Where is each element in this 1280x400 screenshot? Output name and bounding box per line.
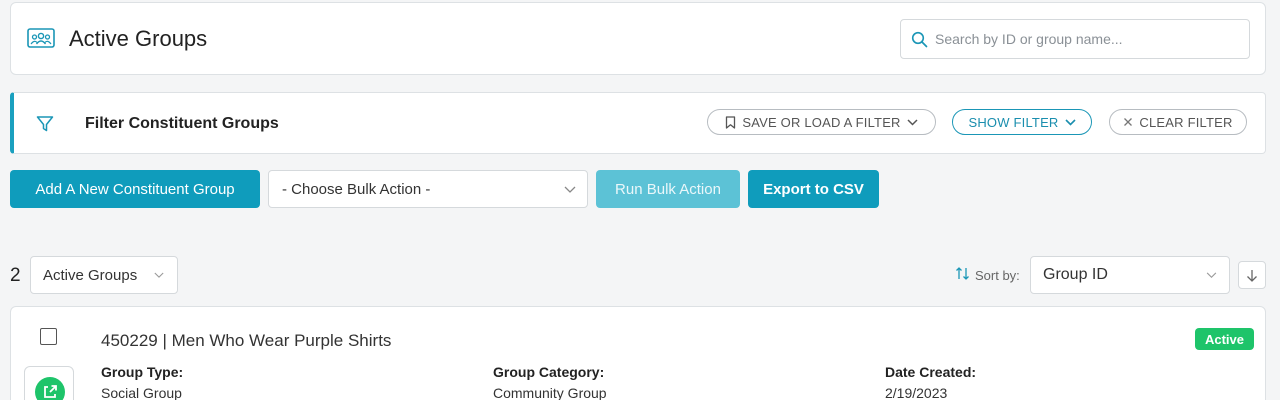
filter-bar: Filter Constituent Groups SAVE OR LOAD A… [10, 92, 1266, 154]
clear-filter-label: CLEAR FILTER [1139, 114, 1233, 130]
run-bulk-action-button[interactable]: Run Bulk Action [596, 170, 740, 208]
sort-icon [956, 267, 969, 280]
sort-select[interactable]: Group ID [1030, 256, 1230, 294]
sort-direction-button[interactable] [1238, 261, 1266, 289]
group-category-label: Group Category: [493, 364, 605, 380]
group-icon [27, 28, 55, 48]
export-csv-button[interactable]: Export to CSV [748, 170, 879, 208]
search-icon [911, 31, 928, 48]
funnel-icon [36, 116, 54, 132]
search-box[interactable] [900, 19, 1250, 59]
bulk-action-value: - Choose Bulk Action - [282, 180, 431, 198]
open-group-button[interactable] [24, 366, 74, 400]
group-type-label: Group Type: [101, 364, 184, 380]
bookmark-icon [726, 115, 736, 129]
group-category-value: Community Group [493, 385, 607, 400]
view-select-value: Active Groups [43, 266, 138, 284]
add-group-button[interactable]: Add A New Constituent Group [10, 170, 260, 208]
chevron-down-icon [1206, 272, 1217, 279]
external-link-icon [35, 377, 65, 400]
show-filter-button[interactable]: SHOW FILTER [952, 109, 1092, 135]
status-badge: Active [1195, 328, 1254, 350]
chevron-down-icon [154, 272, 164, 278]
sort-label: Sort by: [975, 268, 1020, 283]
chevron-down-icon [907, 118, 918, 126]
search-input[interactable] [935, 28, 1235, 50]
chevron-down-icon [1064, 118, 1076, 126]
group-checkbox[interactable] [40, 328, 57, 345]
group-card: 450229 | Men Who Wear Purple Shirts Acti… [10, 306, 1266, 400]
result-count: 2 [10, 265, 21, 286]
chevron-down-icon [564, 186, 576, 193]
date-created-label: Date Created: [885, 364, 977, 380]
date-created-value: 2/19/2023 [885, 385, 948, 400]
sort-select-value: Group ID [1043, 266, 1108, 283]
close-icon [1124, 118, 1133, 126]
group-type-value: Social Group [101, 385, 182, 400]
view-select[interactable]: Active Groups [30, 256, 178, 294]
save-load-filter-label: SAVE OR LOAD A FILTER [742, 114, 901, 130]
page-header: Active Groups [10, 2, 1266, 75]
show-filter-label: SHOW FILTER [968, 114, 1059, 130]
group-title[interactable]: 450229 | Men Who Wear Purple Shirts [101, 331, 391, 351]
save-load-filter-button[interactable]: SAVE OR LOAD A FILTER [707, 109, 936, 135]
filter-title: Filter Constituent Groups [85, 115, 279, 132]
arrow-down-icon [1247, 269, 1257, 282]
bulk-action-select[interactable]: - Choose Bulk Action - [268, 170, 588, 208]
page-title: Active Groups [69, 26, 208, 51]
clear-filter-button[interactable]: CLEAR FILTER [1109, 109, 1247, 135]
